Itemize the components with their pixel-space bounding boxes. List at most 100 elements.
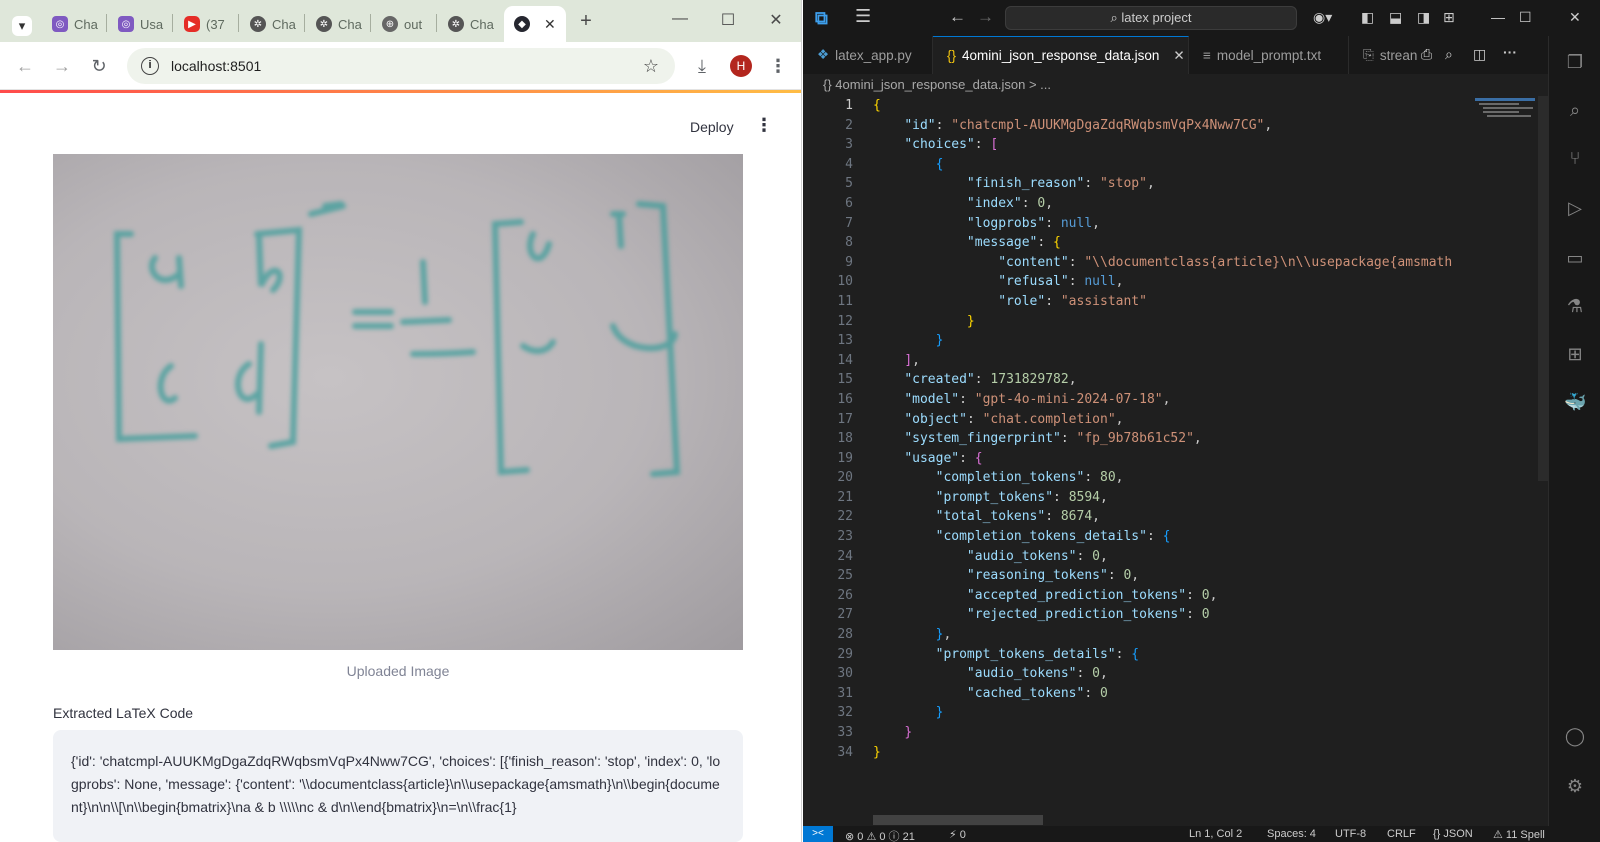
site-info-icon[interactable]: i	[141, 57, 159, 75]
back-arrow-icon[interactable]: ←	[13, 54, 37, 78]
chatgpt-icon: ◎	[118, 16, 134, 32]
run-debug-icon[interactable]: ▷	[1564, 198, 1586, 220]
tab-divider	[370, 14, 371, 32]
settings-gear-icon[interactable]: ⚙	[1564, 776, 1586, 798]
uploaded-image	[53, 154, 743, 650]
tab-latex-app[interactable]: ❖ latex_app.py	[803, 36, 933, 74]
browser-toolbar: ← → ↻ i localhost:8501 ☆ ⤓ H ⋮	[0, 42, 801, 90]
close-window-icon[interactable]: ✕	[1569, 9, 1581, 26]
breadcrumb[interactable]: {} 4omini_json_response_data.json > ...	[823, 77, 1051, 92]
horizontal-scrollbar[interactable]	[873, 815, 1043, 825]
tab-model-prompt[interactable]: ≡ model_prompt.txt	[1189, 36, 1349, 74]
code-line: "rejected_prediction_tokens": 0	[966, 607, 1210, 623]
explorer-icon[interactable]: ❐	[1564, 52, 1586, 74]
docker-icon[interactable]: 🐳	[1564, 392, 1586, 414]
address-bar[interactable]: i localhost:8501 ☆	[127, 48, 675, 84]
line-number: 7	[845, 215, 853, 231]
line-number: 11	[837, 293, 853, 309]
line-number: 28	[837, 627, 853, 643]
close-tab-icon[interactable]: ✕	[1173, 48, 1184, 64]
testing-icon[interactable]: ⚗	[1564, 296, 1586, 318]
browser-tab[interactable]: ✲ Cha	[240, 6, 306, 42]
new-tab-button[interactable]: +	[574, 10, 598, 33]
line-number: 16	[837, 391, 853, 407]
line-number: 3	[845, 137, 853, 153]
extensions-icon[interactable]: ⊞	[1564, 344, 1586, 366]
hamburger-menu-icon[interactable]: ☰	[855, 6, 871, 27]
line-number: 21	[837, 489, 853, 505]
ports-status[interactable]: ⚡ 0	[949, 828, 966, 841]
line-number: 24	[837, 548, 853, 564]
latex-code-textarea[interactable]: {'id': 'chatcmpl-AUUKMgDgaZdqRWqbsmVqPx4…	[53, 730, 743, 842]
tab-divider	[304, 14, 305, 32]
browser-tab[interactable]: ◎ Usa	[108, 6, 173, 42]
line-number: 1	[845, 98, 853, 113]
tab-search-button[interactable]: ▾	[6, 8, 38, 44]
maximize-icon[interactable]: ☐	[716, 10, 740, 30]
forward-arrow-icon[interactable]: →	[50, 54, 74, 78]
tab-json-response[interactable]: {} 4omini_json_response_data.json ✕	[933, 36, 1189, 74]
url-text: localhost:8501	[171, 58, 262, 74]
print-icon[interactable]: ⎙	[1421, 46, 1432, 63]
browser-tab[interactable]: ▶ (37	[174, 6, 235, 42]
code-line: "refusal": null,	[998, 274, 1124, 290]
more-actions-icon[interactable]: ···	[1503, 44, 1517, 60]
minimize-icon[interactable]: —	[1491, 9, 1505, 25]
minimap[interactable]	[1475, 96, 1547, 156]
code-line: "usage": {	[904, 450, 983, 466]
source-control-icon[interactable]: ⑂	[1564, 148, 1586, 170]
toggle-secondary-sidebar-icon[interactable]: ◨	[1417, 9, 1430, 26]
browser-tab[interactable]: ✲ Cha	[438, 6, 504, 42]
streamlit-icon: ◆	[514, 16, 530, 32]
youtube-icon: ▶	[184, 16, 200, 32]
line-number: 19	[837, 450, 853, 466]
status-bar: >< ⊗ 0 ⚠ 0 ⓘ 21 ⚡ 0 Ln 1, Col 2 Spaces: …	[803, 826, 1600, 842]
close-window-icon[interactable]: ✕	[764, 10, 788, 30]
toggle-panel-icon[interactable]: ⬓	[1389, 9, 1402, 26]
problems-status[interactable]: ⊗ 0 ⚠ 0 ⓘ 21	[845, 828, 915, 842]
open-preview-icon[interactable]: ⌕	[1445, 46, 1453, 63]
maximize-icon[interactable]: ☐	[1519, 9, 1532, 26]
language-mode[interactable]: {} JSON	[1433, 828, 1473, 840]
back-arrow-icon[interactable]: ←	[949, 7, 966, 27]
code-line: "prompt_tokens": 8594,	[935, 489, 1108, 505]
code-line: "index": 0,	[966, 195, 1054, 211]
deploy-button[interactable]: Deploy	[690, 119, 734, 135]
line-number: 31	[837, 685, 853, 701]
search-icon[interactable]: ⌕	[1564, 100, 1586, 122]
browser-tab[interactable]: ⊕ out	[372, 6, 432, 42]
tab-divider	[436, 14, 437, 32]
code-line: "created": 1731829782,	[904, 372, 1077, 388]
customize-layout-icon[interactable]: ⊞	[1443, 9, 1455, 26]
forward-arrow-icon[interactable]: →	[977, 7, 994, 27]
eol-status[interactable]: CRLF	[1387, 828, 1416, 840]
code-line: "finish_reason": "stop",	[966, 176, 1155, 192]
indentation-status[interactable]: Spaces: 4	[1267, 828, 1316, 840]
remote-explorer-icon[interactable]: ▭	[1564, 248, 1586, 270]
copilot-icon[interactable]: ◉▾	[1313, 9, 1332, 26]
bookmark-star-icon[interactable]: ☆	[643, 56, 659, 77]
minimize-icon[interactable]: —	[668, 10, 692, 28]
browser-tab[interactable]: ✲ Cha	[306, 6, 372, 42]
encoding-status[interactable]: UTF-8	[1335, 828, 1366, 840]
json-editor[interactable]: { "id": "chatcmpl-AUUKMgDgaZdqRWqbsmVqPx…	[873, 96, 1473, 762]
download-icon[interactable]: ⤓	[690, 54, 714, 78]
tab-divider	[172, 14, 173, 32]
profile-avatar[interactable]: H	[730, 55, 752, 77]
remote-indicator[interactable]: ><	[803, 826, 833, 842]
browser-tab-active[interactable]: ◆ ✕	[504, 6, 566, 42]
browser-menu-icon[interactable]: ⋮	[766, 54, 790, 78]
toggle-sidebar-icon[interactable]: ◧	[1361, 9, 1374, 26]
browser-tab[interactable]: ◎ Cha	[42, 6, 108, 42]
line-number: 17	[837, 411, 853, 427]
close-tab-icon[interactable]: ✕	[544, 16, 556, 33]
code-line: "model": "gpt-4o-mini-2024-07-18",	[904, 391, 1171, 407]
line-number: 23	[837, 529, 853, 545]
reload-icon[interactable]: ↻	[87, 54, 111, 78]
accounts-icon[interactable]: ◯	[1564, 726, 1586, 748]
command-center-search[interactable]: ⌕ latex project	[1005, 6, 1297, 30]
main-menu-icon[interactable]: ⋮	[755, 115, 773, 136]
split-editor-icon[interactable]: ◫	[1473, 46, 1486, 63]
spell-check-status[interactable]: ⚠ 11 Spell	[1493, 828, 1545, 841]
cursor-position[interactable]: Ln 1, Col 2	[1189, 828, 1242, 840]
